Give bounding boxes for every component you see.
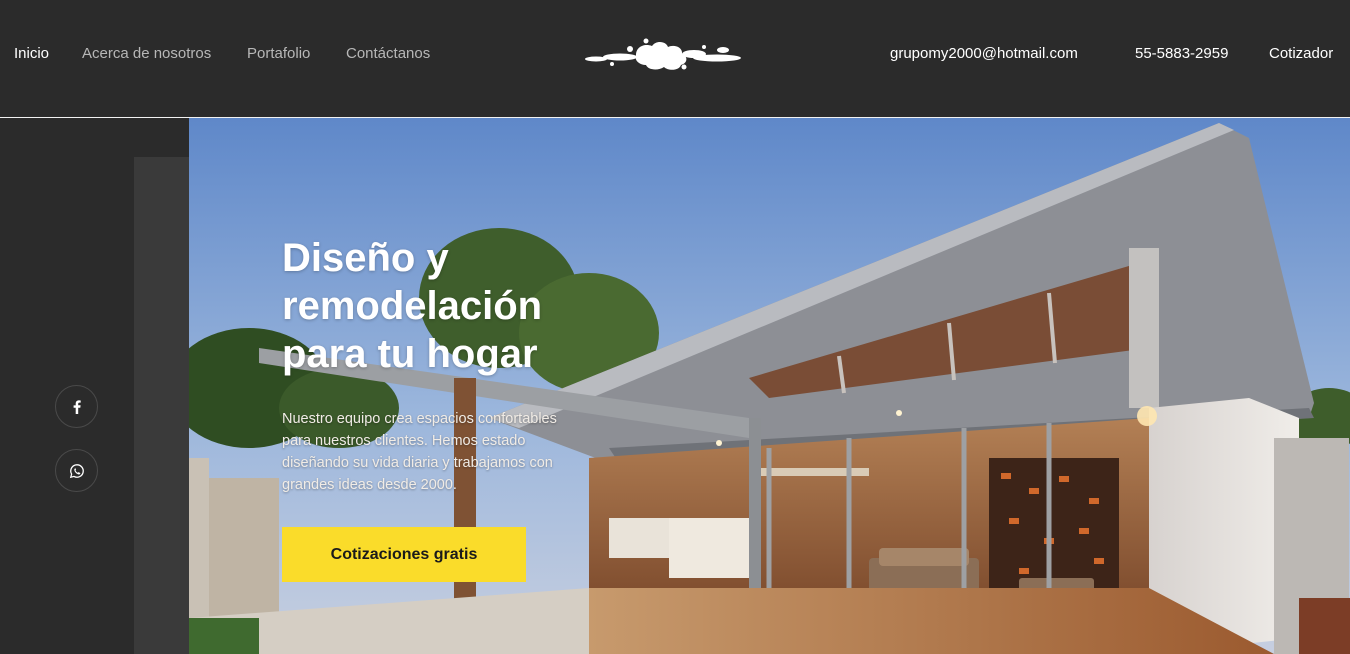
hero-title-line-2: remodelación [282, 284, 543, 328]
hero-description: Nuestro equipo crea espacios confortable… [282, 411, 557, 493]
nav-link-inicio[interactable]: Inicio [14, 45, 49, 62]
email-link[interactable]: grupomy2000@hotmail.com [890, 45, 1078, 62]
hero-title-line-3: para tu hogar [282, 332, 538, 376]
hero-title-line-1: Diseño y [282, 236, 449, 280]
facebook-button[interactable] [55, 385, 98, 428]
side-panel [134, 157, 190, 654]
top-navigation-bar: Inicio Acerca de nosotros Portafolio Con… [0, 0, 1350, 117]
facebook-icon [73, 399, 81, 414]
whatsapp-button[interactable] [55, 449, 98, 492]
nav-link-cotizador[interactable]: Cotizador [1269, 45, 1333, 62]
whatsapp-icon [69, 463, 84, 478]
nav-link-contactanos[interactable]: Contáctanos [346, 45, 430, 62]
nav-link-acerca[interactable]: Acerca de nosotros [82, 45, 211, 62]
phone-link[interactable]: 55-5883-2959 [1135, 45, 1228, 62]
splash-logo[interactable] [584, 38, 744, 72]
hero-section: Diseño y remodelación para tu hogar Nues… [189, 118, 1350, 654]
free-quotes-button[interactable]: Cotizaciones gratis [282, 527, 526, 582]
nav-link-portafolio[interactable]: Portafolio [247, 45, 310, 62]
hero-title: Diseño y remodelación para tu hogar [282, 234, 612, 378]
